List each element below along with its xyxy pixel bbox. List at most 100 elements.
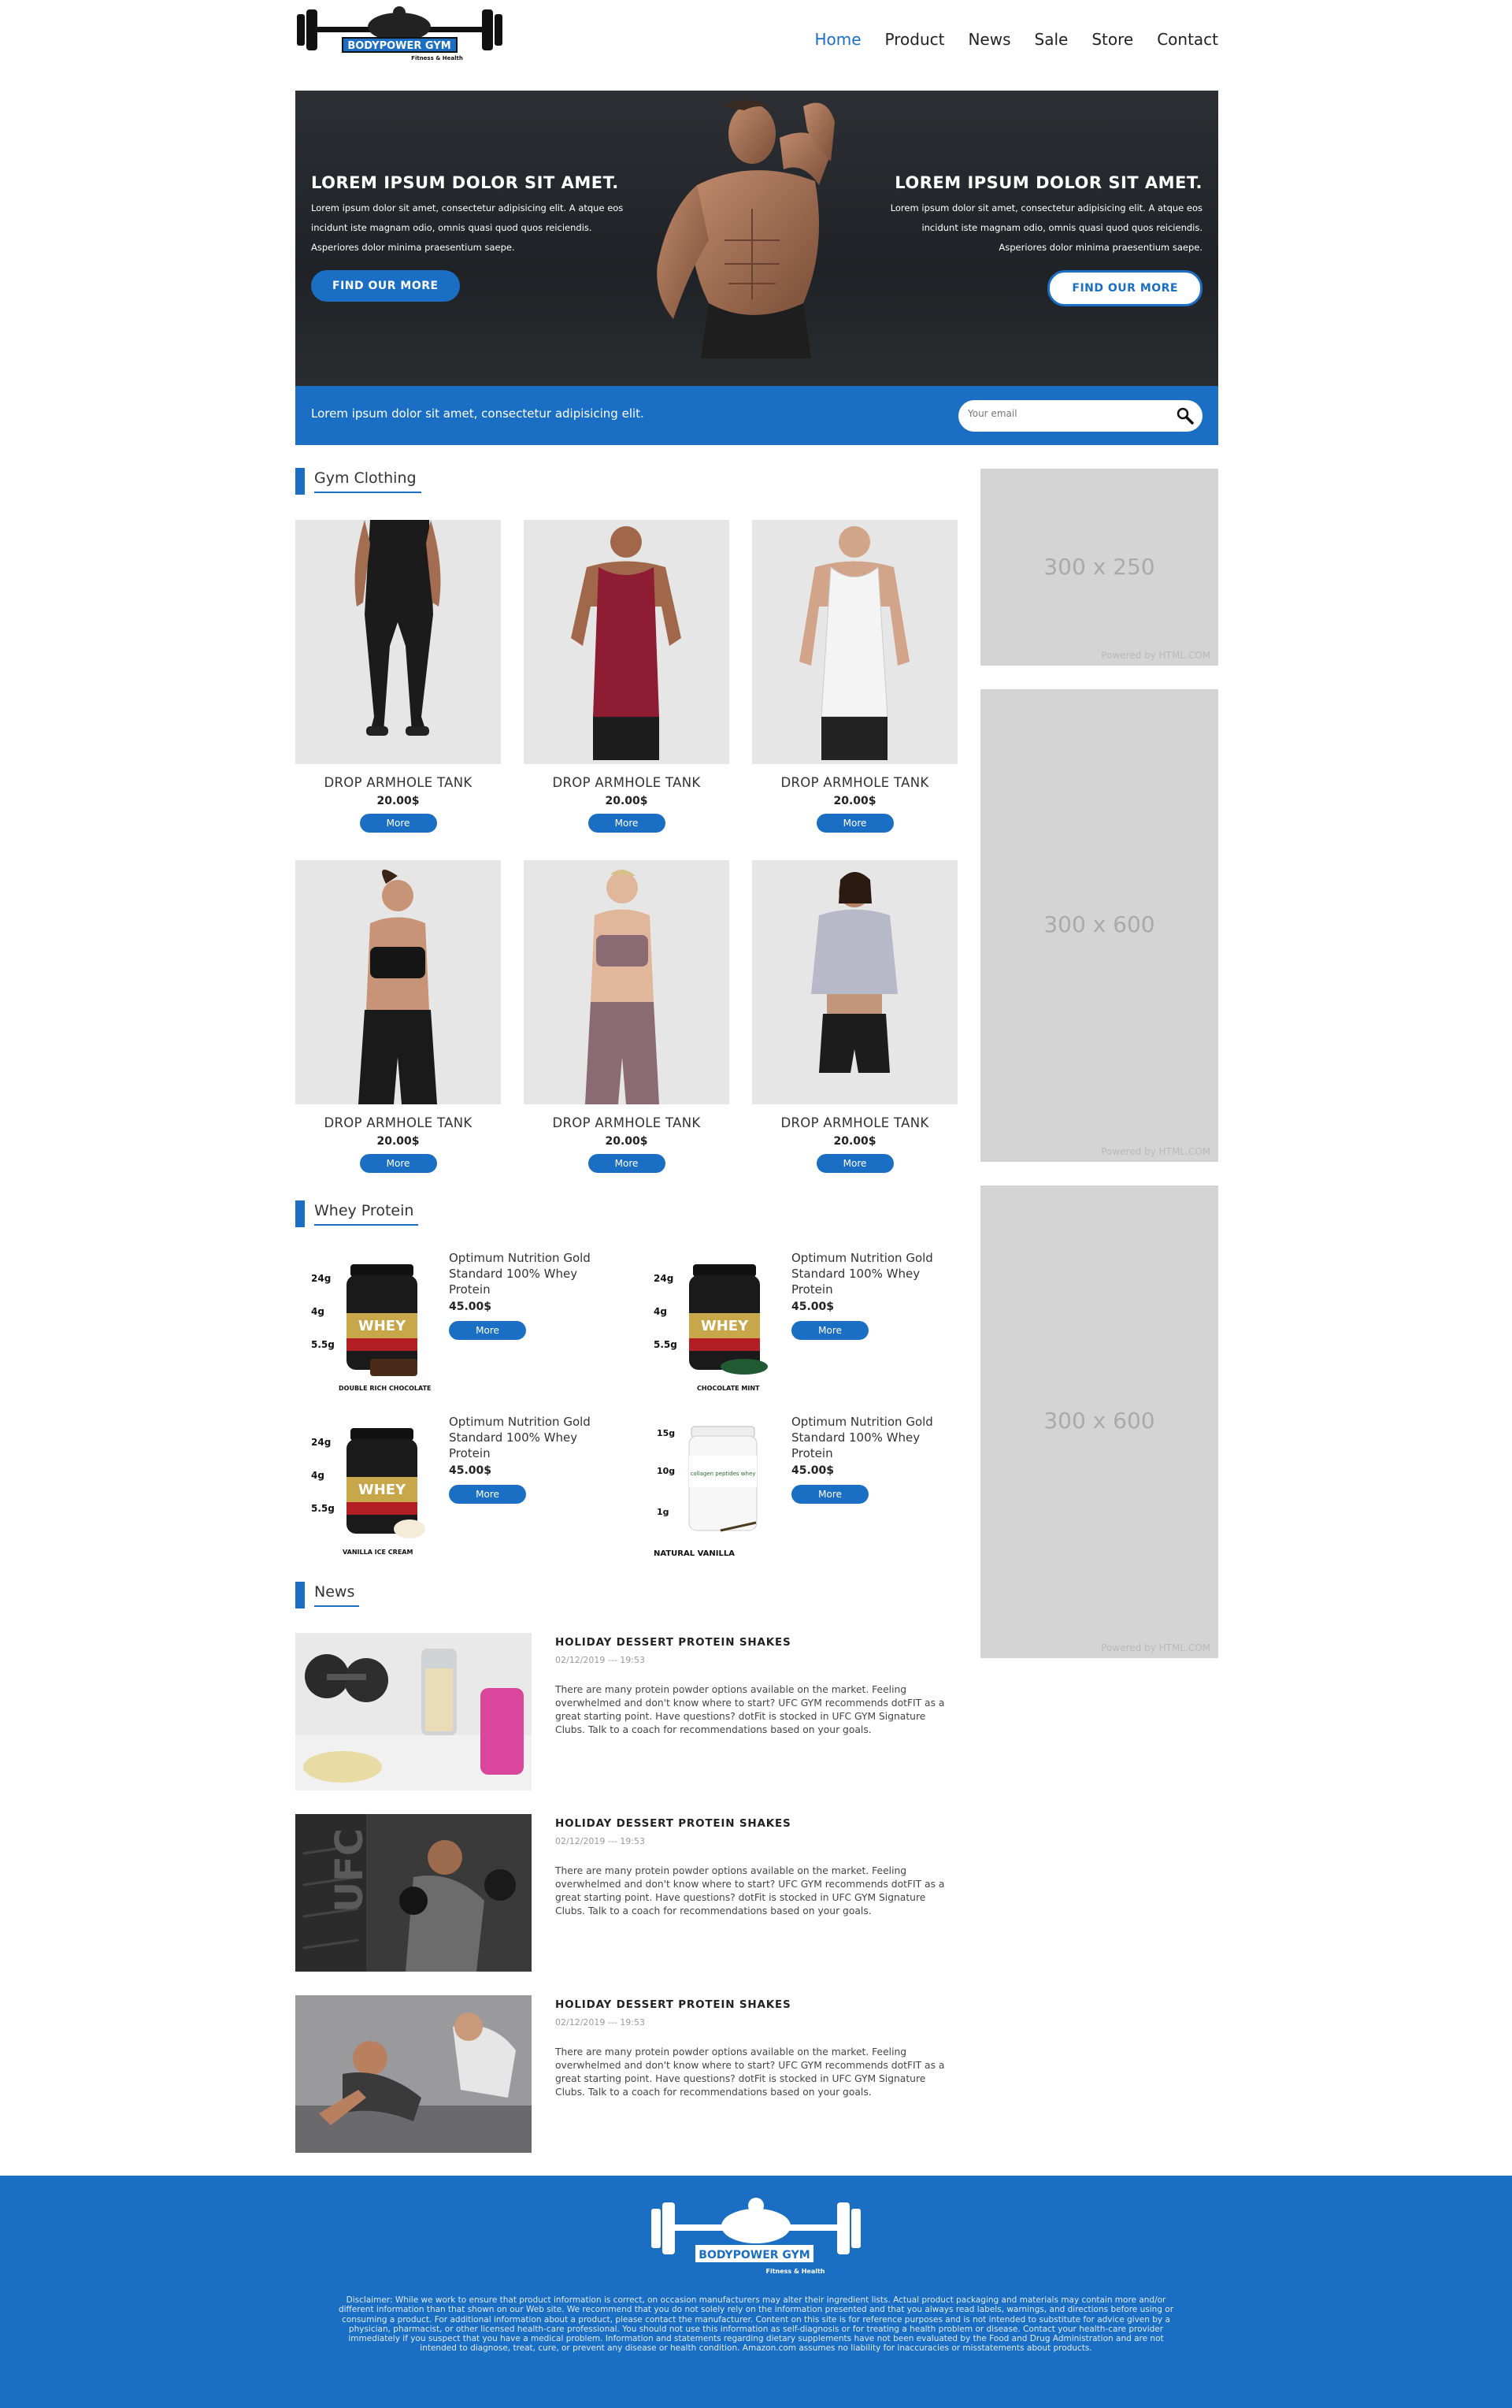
whey-product-image[interactable]: 15g 10g 1g collagen peptides whey NATURA… — [638, 1412, 784, 1562]
more-button[interactable]: More — [791, 1485, 869, 1504]
news-item: HOLIDAY DESSERT PROTEIN SHAKES 02/12/201… — [295, 1995, 957, 2153]
news-excerpt: There are many protein powder options av… — [555, 1865, 945, 1916]
find-our-more-button[interactable]: FIND OUR MORE — [311, 270, 460, 302]
product-name: DROP ARMHOLE TANK — [552, 775, 701, 790]
whey-product-image[interactable]: 24g 4g 5.5g WHEY DOUBLE RICH CHOCOLATE — [295, 1249, 441, 1398]
ad-powered-by: Powered by HTML.COM — [1101, 1146, 1210, 1157]
svg-text:5.5g: 5.5g — [311, 1503, 335, 1514]
whey-name: Optimum Nutrition Gold Standard 100% Whe… — [791, 1251, 933, 1297]
section-title: Gym Clothing — [314, 468, 421, 493]
whey-card: 24g 4g 5.5g WHEY CHOCOLATE MINT Optimum … — [638, 1249, 969, 1398]
svg-text:10g: 10g — [657, 1466, 675, 1476]
news-excerpt: There are many protein powder options av… — [555, 1684, 945, 1735]
ad-powered-by: Powered by HTML.COM — [1101, 650, 1210, 661]
more-button[interactable]: More — [359, 814, 437, 833]
footer-logo[interactable]: BODYPOWER GYM Fitness & Health — [650, 2193, 862, 2280]
svg-text:5.5g: 5.5g — [311, 1339, 335, 1350]
section-whey-protein: Whey Protein — [295, 1200, 419, 1227]
hero-athlete-image — [657, 100, 835, 358]
more-button[interactable]: More — [587, 814, 665, 833]
whey-product-image[interactable]: 24g 4g 5.5g WHEY CHOCOLATE MINT — [638, 1249, 784, 1398]
product-name: DROP ARMHOLE TANK — [552, 1115, 701, 1130]
ad-size-label: 300 x 600 — [1043, 911, 1155, 937]
more-button[interactable]: More — [449, 1485, 526, 1504]
more-button[interactable]: More — [816, 814, 894, 833]
brand-logo[interactable]: BODYPOWER GYM Fitness & Health — [295, 6, 504, 63]
ad-size-label: 300 x 600 — [1043, 1408, 1155, 1434]
hero-right-text: Lorem ipsum dolor sit amet, consectetur … — [888, 199, 1203, 258]
more-button[interactable]: More — [449, 1321, 526, 1340]
whey-info: Optimum Nutrition Gold Standard 100% Whe… — [449, 1414, 606, 1504]
news-title[interactable]: HOLIDAY DESSERT PROTEIN SHAKES — [555, 1817, 791, 1830]
hero-right-line: Asperiores dolor minima praesentium saep… — [999, 242, 1203, 253]
product-card: DROP ARMHOLE TANK 20.00$ More — [752, 520, 958, 833]
more-button[interactable]: More — [816, 1154, 894, 1173]
site-header: BODYPOWER GYM Fitness & Health Home Prod… — [295, 0, 1218, 91]
news-image[interactable] — [295, 1633, 532, 1790]
hero-right-block: LOREM IPSUM DOLOR SIT AMET. Lorem ipsum … — [888, 173, 1203, 306]
nav-news[interactable]: News — [968, 30, 1010, 49]
email-form — [958, 400, 1203, 432]
whey-info: Optimum Nutrition Gold Standard 100% Whe… — [791, 1414, 949, 1504]
product-card: DROP ARMHOLE TANK 20.00$ More — [524, 520, 729, 833]
nav-store[interactable]: Store — [1091, 30, 1133, 49]
section-title: News — [314, 1582, 360, 1607]
whey-info: Optimum Nutrition Gold Standard 100% Whe… — [449, 1250, 606, 1340]
whey-card: 24g 4g 5.5g WHEY VANILLA ICE CREAM Optim… — [295, 1412, 626, 1562]
hero-left-line: Lorem ipsum dolor sit amet, consectetur … — [311, 202, 624, 213]
hero-right-line: Lorem ipsum dolor sit amet, consectetur … — [890, 202, 1203, 213]
find-our-more-button-right[interactable]: FIND OUR MORE — [1047, 270, 1203, 306]
nav-home[interactable]: Home — [814, 30, 861, 49]
hero-left-line: Asperiores dolor minima praesentium saep… — [311, 242, 515, 253]
whey-price: 45.00$ — [791, 1300, 835, 1313]
search-icon[interactable] — [1176, 406, 1195, 425]
product-image[interactable] — [524, 520, 729, 764]
email-input[interactable] — [968, 408, 1165, 419]
ad-slot-300x250[interactable]: 300 x 250 Powered by HTML.COM — [980, 469, 1218, 666]
news-image[interactable]: UFC — [295, 1814, 532, 1972]
more-button[interactable]: More — [791, 1321, 869, 1340]
news-image[interactable] — [295, 1995, 532, 2153]
whey-name: Optimum Nutrition Gold Standard 100% Whe… — [449, 1251, 591, 1297]
product-price: 20.00$ — [605, 1135, 648, 1148]
more-button[interactable]: More — [587, 1154, 665, 1173]
nav-contact[interactable]: Contact — [1157, 30, 1218, 49]
nav-product[interactable]: Product — [885, 30, 945, 49]
product-image[interactable] — [752, 520, 958, 764]
news-date: 02/12/2019 --- 19:53 — [555, 1836, 646, 1846]
ad-slot-300x600[interactable]: 300 x 600 Powered by HTML.COM — [980, 1185, 1218, 1658]
product-price: 20.00$ — [376, 1135, 420, 1148]
product-image[interactable] — [752, 860, 958, 1104]
nav-sale[interactable]: Sale — [1035, 30, 1069, 49]
product-image[interactable] — [524, 860, 729, 1104]
news-title[interactable]: HOLIDAY DESSERT PROTEIN SHAKES — [555, 1636, 791, 1649]
news-date: 02/12/2019 --- 19:53 — [555, 1655, 646, 1665]
hero-banner: LOREM IPSUM DOLOR SIT AMET. Lorem ipsum … — [295, 91, 1218, 386]
product-name: DROP ARMHOLE TANK — [780, 775, 929, 790]
product-card: DROP ARMHOLE TANK 20.00$ More — [295, 520, 501, 833]
whey-info: Optimum Nutrition Gold Standard 100% Whe… — [791, 1250, 949, 1340]
svg-text:UFC: UFC — [328, 1828, 372, 1913]
more-button[interactable]: More — [359, 1154, 437, 1173]
product-image[interactable] — [295, 860, 501, 1104]
svg-text:BODYPOWER GYM: BODYPOWER GYM — [699, 2249, 810, 2261]
product-image[interactable] — [295, 520, 501, 764]
hero-right-line: incidunt iste magnam odio, omnis quasi q… — [921, 222, 1203, 233]
ad-slot-300x600[interactable]: 300 x 600 Powered by HTML.COM — [980, 689, 1218, 1162]
svg-text:NATURAL VANILLA: NATURAL VANILLA — [654, 1549, 735, 1558]
main-nav: Home Product News Sale Store Contact — [814, 30, 1218, 49]
news-excerpt: There are many protein powder options av… — [555, 2046, 945, 2098]
whey-price: 45.00$ — [449, 1300, 492, 1313]
product-name: DROP ARMHOLE TANK — [324, 775, 472, 790]
section-title: Whey Protein — [314, 1200, 419, 1226]
product-name: DROP ARMHOLE TANK — [780, 1115, 929, 1130]
hero-right-title: LOREM IPSUM DOLOR SIT AMET. — [895, 173, 1203, 192]
ad-size-label: 300 x 250 — [1043, 554, 1155, 580]
svg-text:4g: 4g — [654, 1306, 667, 1317]
news-title[interactable]: HOLIDAY DESSERT PROTEIN SHAKES — [555, 1998, 791, 2011]
svg-text:Fitness & Health: Fitness & Health — [411, 55, 463, 61]
svg-text:24g: 24g — [654, 1273, 673, 1284]
svg-text:DOUBLE RICH CHOCOLATE: DOUBLE RICH CHOCOLATE — [339, 1385, 432, 1392]
site-footer: BODYPOWER GYM Fitness & Health Disclaime… — [0, 2176, 1512, 2408]
whey-product-image[interactable]: 24g 4g 5.5g WHEY VANILLA ICE CREAM — [295, 1412, 441, 1562]
